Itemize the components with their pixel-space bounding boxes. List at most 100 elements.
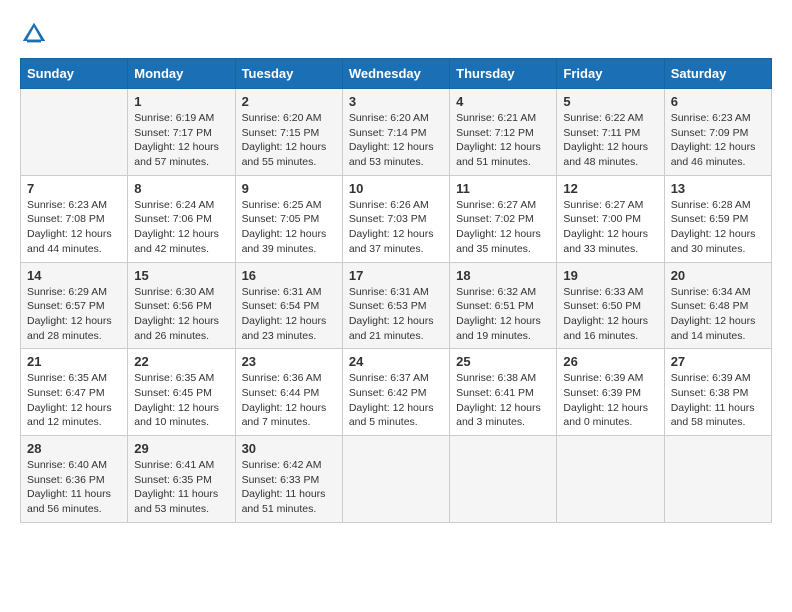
day-number: 7 [27, 181, 121, 196]
day-number: 23 [242, 354, 336, 369]
day-info: Sunrise: 6:41 AM Sunset: 6:35 PM Dayligh… [134, 458, 228, 517]
day-number: 8 [134, 181, 228, 196]
calendar-day-cell: 5 Sunrise: 6:22 AM Sunset: 7:11 PM Daylig… [557, 89, 664, 176]
calendar-day-cell [21, 89, 128, 176]
day-info: Sunrise: 6:36 AM Sunset: 6:44 PM Dayligh… [242, 371, 336, 430]
day-number: 4 [456, 94, 550, 109]
day-info: Sunrise: 6:25 AM Sunset: 7:05 PM Dayligh… [242, 198, 336, 257]
day-number: 2 [242, 94, 336, 109]
calendar-day-cell: 24 Sunrise: 6:37 AM Sunset: 6:42 PM Dayli… [342, 349, 449, 436]
calendar-day-header: Thursday [450, 59, 557, 89]
day-info: Sunrise: 6:35 AM Sunset: 6:45 PM Dayligh… [134, 371, 228, 430]
day-number: 6 [671, 94, 765, 109]
day-info: Sunrise: 6:23 AM Sunset: 7:09 PM Dayligh… [671, 111, 765, 170]
day-number: 16 [242, 268, 336, 283]
calendar-day-cell: 22 Sunrise: 6:35 AM Sunset: 6:45 PM Dayli… [128, 349, 235, 436]
day-info: Sunrise: 6:35 AM Sunset: 6:47 PM Dayligh… [27, 371, 121, 430]
day-number: 17 [349, 268, 443, 283]
day-number: 29 [134, 441, 228, 456]
calendar-week-row: 21 Sunrise: 6:35 AM Sunset: 6:47 PM Dayli… [21, 349, 772, 436]
day-info: Sunrise: 6:20 AM Sunset: 7:15 PM Dayligh… [242, 111, 336, 170]
calendar-day-cell: 26 Sunrise: 6:39 AM Sunset: 6:39 PM Dayli… [557, 349, 664, 436]
day-number: 15 [134, 268, 228, 283]
calendar-day-cell: 14Sunrise: 6:29 AM Sunset: 6:57 PM Dayli… [21, 262, 128, 349]
day-number: 24 [349, 354, 443, 369]
day-info: Sunrise: 6:42 AM Sunset: 6:33 PM Dayligh… [242, 458, 336, 517]
calendar-day-cell: 1 Sunrise: 6:19 AM Sunset: 7:17 PM Daylig… [128, 89, 235, 176]
calendar-day-cell: 2 Sunrise: 6:20 AM Sunset: 7:15 PM Daylig… [235, 89, 342, 176]
calendar-header-row: SundayMondayTuesdayWednesdayThursdayFrid… [21, 59, 772, 89]
day-info: Sunrise: 6:28 AM Sunset: 6:59 PM Dayligh… [671, 198, 765, 257]
calendar-day-cell [557, 436, 664, 523]
day-info: Sunrise: 6:24 AM Sunset: 7:06 PM Dayligh… [134, 198, 228, 257]
day-number: 10 [349, 181, 443, 196]
calendar-day-cell: 15 Sunrise: 6:30 AM Sunset: 6:56 PM Dayli… [128, 262, 235, 349]
day-info: Sunrise: 6:23 AM Sunset: 7:08 PM Dayligh… [27, 198, 121, 257]
calendar-week-row: 14Sunrise: 6:29 AM Sunset: 6:57 PM Dayli… [21, 262, 772, 349]
day-info: Sunrise: 6:33 AM Sunset: 6:50 PM Dayligh… [563, 285, 657, 344]
day-info: Sunrise: 6:19 AM Sunset: 7:17 PM Dayligh… [134, 111, 228, 170]
calendar-day-cell: 23 Sunrise: 6:36 AM Sunset: 6:44 PM Dayli… [235, 349, 342, 436]
day-number: 30 [242, 441, 336, 456]
calendar-day-cell: 18Sunrise: 6:32 AM Sunset: 6:51 PM Dayli… [450, 262, 557, 349]
day-number: 14 [27, 268, 121, 283]
day-number: 21 [27, 354, 121, 369]
day-info: Sunrise: 6:30 AM Sunset: 6:56 PM Dayligh… [134, 285, 228, 344]
day-info: Sunrise: 6:27 AM Sunset: 7:00 PM Dayligh… [563, 198, 657, 257]
day-info: Sunrise: 6:27 AM Sunset: 7:02 PM Dayligh… [456, 198, 550, 257]
calendar-day-cell [664, 436, 771, 523]
calendar-day-cell: 28 Sunrise: 6:40 AM Sunset: 6:36 PM Dayli… [21, 436, 128, 523]
calendar-day-cell: 10 Sunrise: 6:26 AM Sunset: 7:03 PM Dayli… [342, 175, 449, 262]
calendar-day-cell [450, 436, 557, 523]
day-number: 11 [456, 181, 550, 196]
day-info: Sunrise: 6:39 AM Sunset: 6:39 PM Dayligh… [563, 371, 657, 430]
calendar-day-cell: 20 Sunrise: 6:34 AM Sunset: 6:48 PM Dayli… [664, 262, 771, 349]
day-number: 5 [563, 94, 657, 109]
calendar-day-cell: 17 Sunrise: 6:31 AM Sunset: 6:53 PM Dayli… [342, 262, 449, 349]
calendar-table: SundayMondayTuesdayWednesdayThursdayFrid… [20, 58, 772, 523]
day-info: Sunrise: 6:31 AM Sunset: 6:54 PM Dayligh… [242, 285, 336, 344]
day-info: Sunrise: 6:37 AM Sunset: 6:42 PM Dayligh… [349, 371, 443, 430]
day-info: Sunrise: 6:38 AM Sunset: 6:41 PM Dayligh… [456, 371, 550, 430]
calendar-day-cell: 3Sunrise: 6:20 AM Sunset: 7:14 PM Daylig… [342, 89, 449, 176]
calendar-day-header: Saturday [664, 59, 771, 89]
day-number: 25 [456, 354, 550, 369]
calendar-day-cell: 21 Sunrise: 6:35 AM Sunset: 6:47 PM Dayli… [21, 349, 128, 436]
day-number: 9 [242, 181, 336, 196]
calendar-week-row: 1 Sunrise: 6:19 AM Sunset: 7:17 PM Daylig… [21, 89, 772, 176]
day-info: Sunrise: 6:32 AM Sunset: 6:51 PM Dayligh… [456, 285, 550, 344]
calendar-day-cell: 4 Sunrise: 6:21 AM Sunset: 7:12 PM Daylig… [450, 89, 557, 176]
calendar-day-cell [342, 436, 449, 523]
calendar-day-header: Friday [557, 59, 664, 89]
logo-icon [20, 20, 48, 48]
day-info: Sunrise: 6:26 AM Sunset: 7:03 PM Dayligh… [349, 198, 443, 257]
day-info: Sunrise: 6:34 AM Sunset: 6:48 PM Dayligh… [671, 285, 765, 344]
calendar-day-header: Monday [128, 59, 235, 89]
calendar-day-cell: 6 Sunrise: 6:23 AM Sunset: 7:09 PM Daylig… [664, 89, 771, 176]
calendar-day-cell: 9 Sunrise: 6:25 AM Sunset: 7:05 PM Daylig… [235, 175, 342, 262]
day-number: 20 [671, 268, 765, 283]
calendar-day-cell: 30 Sunrise: 6:42 AM Sunset: 6:33 PM Dayli… [235, 436, 342, 523]
day-info: Sunrise: 6:21 AM Sunset: 7:12 PM Dayligh… [456, 111, 550, 170]
calendar-day-cell: 8 Sunrise: 6:24 AM Sunset: 7:06 PM Daylig… [128, 175, 235, 262]
day-number: 22 [134, 354, 228, 369]
day-info: Sunrise: 6:40 AM Sunset: 6:36 PM Dayligh… [27, 458, 121, 517]
calendar-day-cell: 19 Sunrise: 6:33 AM Sunset: 6:50 PM Dayli… [557, 262, 664, 349]
page-header [20, 20, 772, 48]
day-number: 1 [134, 94, 228, 109]
calendar-day-cell: 7 Sunrise: 6:23 AM Sunset: 7:08 PM Daylig… [21, 175, 128, 262]
day-number: 26 [563, 354, 657, 369]
day-number: 3 [349, 94, 443, 109]
day-number: 19 [563, 268, 657, 283]
calendar-day-header: Sunday [21, 59, 128, 89]
day-number: 28 [27, 441, 121, 456]
day-info: Sunrise: 6:39 AM Sunset: 6:38 PM Dayligh… [671, 371, 765, 430]
day-info: Sunrise: 6:22 AM Sunset: 7:11 PM Dayligh… [563, 111, 657, 170]
calendar-day-cell: 25 Sunrise: 6:38 AM Sunset: 6:41 PM Dayli… [450, 349, 557, 436]
day-info: Sunrise: 6:31 AM Sunset: 6:53 PM Dayligh… [349, 285, 443, 344]
calendar-day-cell: 27Sunrise: 6:39 AM Sunset: 6:38 PM Dayli… [664, 349, 771, 436]
calendar-day-cell: 12Sunrise: 6:27 AM Sunset: 7:00 PM Dayli… [557, 175, 664, 262]
calendar-day-header: Tuesday [235, 59, 342, 89]
day-number: 13 [671, 181, 765, 196]
calendar-day-cell: 13 Sunrise: 6:28 AM Sunset: 6:59 PM Dayli… [664, 175, 771, 262]
